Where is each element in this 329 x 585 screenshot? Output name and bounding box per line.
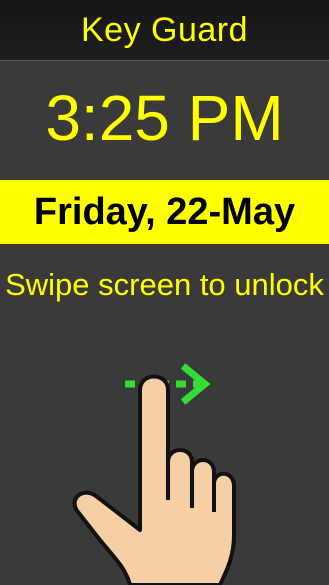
title-bar: Key Guard [0, 0, 329, 61]
date-band: Friday, 22-May [0, 180, 329, 244]
keyguard-screen[interactable]: Key Guard 3:25 PM Friday, 22-May Swipe s… [0, 0, 329, 585]
swipe-instruction: Swipe screen to unlock [5, 267, 324, 302]
app-title: Key Guard [80, 10, 249, 49]
swipe-right-hand-icon [72, 363, 236, 585]
hand-icon [72, 374, 236, 585]
date-label: Friday, 22-May [33, 190, 296, 233]
swipe-gesture-area[interactable] [0, 350, 329, 585]
clock-time: 3:25 PM [45, 82, 284, 154]
